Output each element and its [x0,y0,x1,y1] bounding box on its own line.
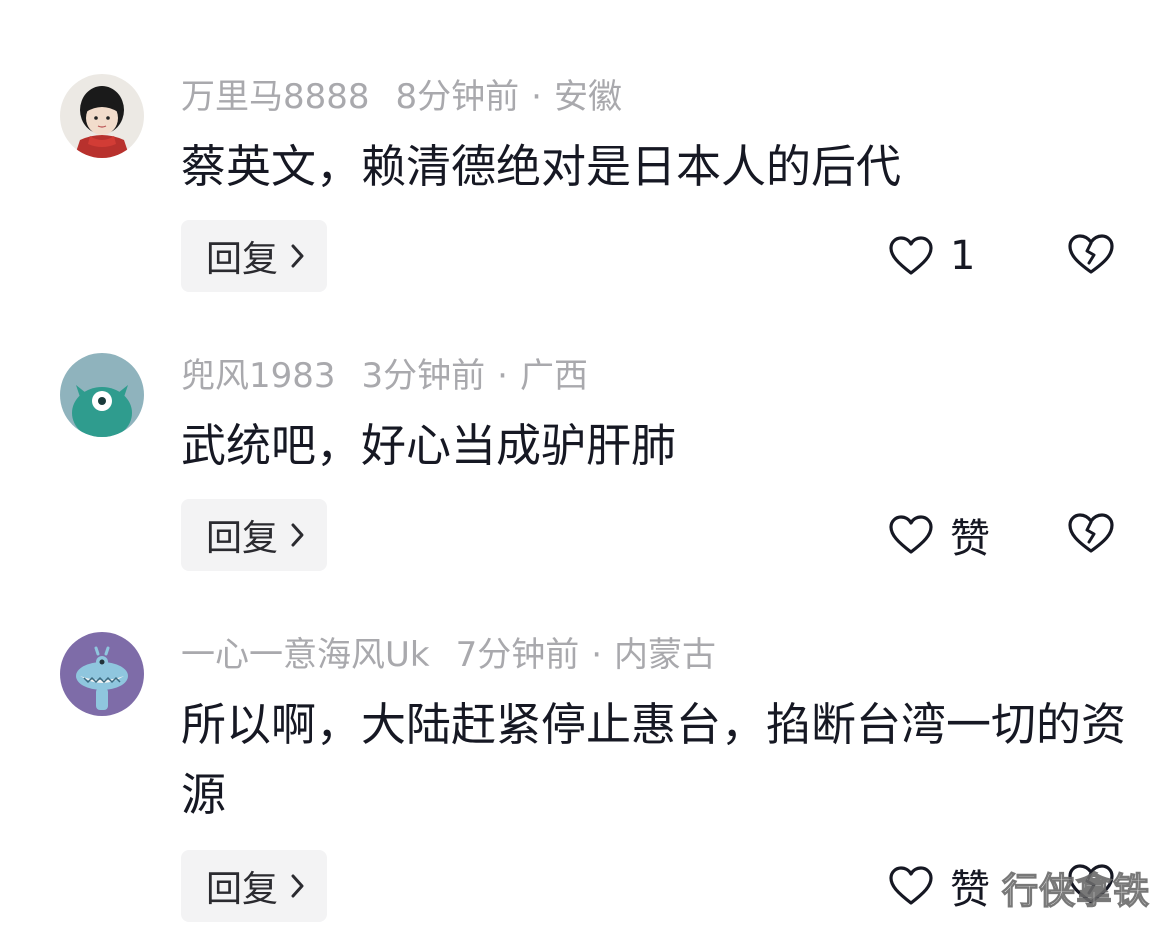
location: 内蒙古 [614,635,717,675]
chevron-right-icon [291,523,304,547]
comment-text: 所以啊，大陆赶紧停止惠台，掐断台湾一切的资源 [181,698,1127,821]
comment-meta: 兜风1983 3分钟前 · 广西 [181,353,588,399]
heart-icon [889,236,933,275]
reply-button[interactable]: 回复 [181,499,327,571]
username[interactable]: 兜风1983 [181,356,336,396]
teal-one-eyed-monster-avatar-icon [60,353,144,437]
timestamp: 7分钟前 [455,635,580,675]
chevron-right-icon [291,874,304,898]
comment-meta: 万里马8888 8分钟前 · 安徽 [181,74,622,120]
watermark: 行侠拿铁 [1001,870,1151,912]
timestamp: 3分钟前 [361,356,486,396]
timestamp: 8分钟前 [395,77,520,117]
reply-label: 回复 [206,869,279,910]
comment-text: 武统吧，好心当成驴肝肺 [181,419,677,472]
comment-list: 万里马8888 8分钟前 · 安徽 蔡英文，赖清德绝对是日本人的后代 回复 1 [0,0,1170,929]
separator-dot: · [497,356,508,396]
like-label: 赞 [950,867,990,913]
heart-icon [889,515,933,554]
broken-heart-icon [1068,513,1114,553]
reply-button[interactable]: 回复 [181,220,327,292]
like-count: 1 [950,233,976,279]
user-avatar[interactable] [60,632,144,716]
boy-with-red-scarf-avatar-icon [60,74,144,158]
like-button[interactable]: 赞 [888,511,990,562]
user-avatar[interactable] [60,353,144,437]
comment-meta: 一心一意海风Uk 7分钟前 · 内蒙古 [181,632,716,678]
like-button[interactable]: 1 [888,232,975,280]
like-label: 赞 [950,516,990,562]
blue-fish-monster-avatar-icon [60,632,144,716]
reply-label: 回复 [206,518,279,559]
separator-dot: · [591,635,603,675]
reply-label: 回复 [206,239,279,280]
location: 安徽 [553,77,622,117]
username[interactable]: 万里马8888 [181,77,370,117]
chevron-right-icon [291,244,304,268]
broken-heart-icon [1068,234,1114,274]
like-button[interactable]: 赞 [888,862,990,913]
dislike-button[interactable] [1066,511,1116,559]
comment-text: 蔡英文，赖清德绝对是日本人的后代 [181,140,902,193]
heart-icon [889,866,933,905]
user-avatar[interactable] [60,74,144,158]
dislike-button[interactable] [1066,232,1116,280]
username[interactable]: 一心一意海风Uk [181,635,430,675]
location: 广西 [519,356,588,396]
reply-button[interactable]: 回复 [181,850,327,922]
separator-dot: · [531,77,542,117]
